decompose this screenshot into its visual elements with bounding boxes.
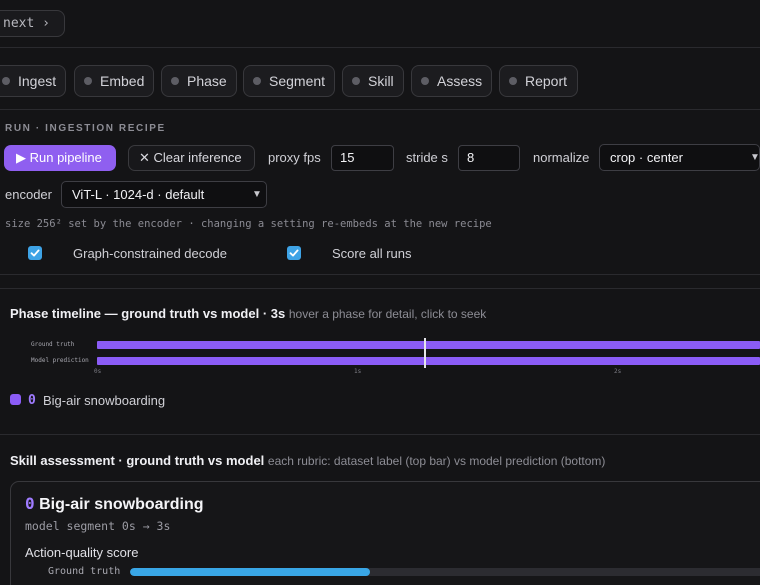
stage-label: Phase (187, 73, 227, 89)
model-prediction-phase-bar[interactable] (97, 357, 760, 365)
stage-segment[interactable]: Segment (243, 65, 335, 97)
chevron-down-icon: ▼ (252, 189, 262, 200)
ground-truth-score-label: Ground truth (48, 566, 121, 577)
graph-decode-label: Graph-constrained decode (73, 246, 227, 261)
pipeline-stages: Ingest Embed Phase Segment Skill Assess … (0, 48, 760, 110)
skill-card-segment: model segment 0s → 3s (25, 519, 171, 533)
clear-inference-button[interactable]: ✕ Clear inference (128, 145, 255, 171)
timeline-row-label-ground-truth: Ground truth (31, 341, 75, 348)
skill-assessment-heading: Skill assessment · ground truth vs model (10, 453, 265, 468)
check-icon (30, 249, 40, 257)
graph-decode-checkbox[interactable] (28, 246, 42, 260)
normalize-label: normalize (533, 150, 590, 165)
phase-timeline-title: Phase timeline — ground truth vs model ·… (10, 306, 486, 321)
encoder-hint: size 256² set by the encoder · changing … (5, 218, 492, 230)
phase-timeline-subtitle: hover a phase for detail, click to seek (288, 307, 487, 321)
timeline-row-label-model: Model prediction (31, 357, 89, 364)
stage-skill[interactable]: Skill (342, 65, 404, 97)
stage-label: Skill (368, 73, 394, 89)
skill-card-title: 0 Big-air snowboarding (25, 494, 204, 514)
ground-truth-score-track (130, 568, 760, 576)
action-quality-label: Action-quality score (25, 545, 139, 560)
stage-label: Ingest (18, 73, 57, 89)
skill-card-name: Big-air snowboarding (39, 496, 204, 513)
skill-assessment-title: Skill assessment · ground truth vs model… (10, 453, 605, 468)
encoder-value: ViT-L · 1024-d · default (72, 187, 205, 202)
proxy-fps-label: proxy fps (268, 150, 321, 165)
run-pipeline-button[interactable]: ▶ Run pipeline (4, 145, 116, 171)
normalize-select[interactable]: crop · center ▼ (599, 144, 760, 171)
phase-legend-index: 0 (28, 393, 36, 408)
ground-truth-phase-bar[interactable] (97, 341, 760, 349)
skill-assessment-subtitle: each rubric: dataset label (top bar) vs … (267, 454, 606, 468)
stage-status-dot (509, 77, 517, 85)
score-all-runs-label: Score all runs (332, 246, 412, 261)
phase-legend-swatch (10, 394, 21, 405)
stage-label: Embed (100, 73, 145, 89)
section-divider (0, 288, 760, 289)
stride-input[interactable]: 8 (458, 145, 520, 171)
stage-label: Segment (269, 73, 326, 89)
timeline-tick: 1s (354, 368, 362, 375)
ground-truth-score-fill (130, 568, 370, 576)
stride-label: stride s (406, 150, 448, 165)
encoder-label: encoder (5, 187, 52, 202)
timeline-tick: 0s (94, 368, 102, 375)
stage-report[interactable]: Report (499, 65, 578, 97)
stage-phase[interactable]: Phase (161, 65, 237, 97)
stage-ingest[interactable]: Ingest (0, 65, 66, 97)
playhead-cursor[interactable] (424, 338, 426, 368)
stage-embed[interactable]: Embed (74, 65, 154, 97)
stage-status-dot (2, 77, 10, 85)
score-all-runs-checkbox[interactable] (287, 246, 301, 260)
stage-label: Assess (437, 73, 483, 89)
phase-timeline-heading: Phase timeline — ground truth vs model ·… (10, 306, 286, 321)
check-icon (289, 249, 299, 257)
recipe-heading: RUN · INGESTION RECIPE (5, 123, 166, 134)
stage-label: Report (525, 73, 568, 89)
stage-status-dot (352, 77, 360, 85)
chevron-down-icon: ▼ (750, 152, 760, 163)
phase-legend-label: Big-air snowboarding (43, 393, 166, 408)
top-bar: next › (0, 0, 760, 48)
normalize-value: crop · center (610, 150, 683, 165)
stage-status-dot (421, 77, 429, 85)
encoder-select[interactable]: ViT-L · 1024-d · default ▼ (61, 181, 267, 208)
timeline-tick: 2s (614, 368, 622, 375)
stage-status-dot (84, 77, 92, 85)
proxy-fps-input[interactable]: 15 (331, 145, 394, 171)
stage-assess[interactable]: Assess (411, 65, 492, 97)
next-button[interactable]: next › (0, 10, 65, 37)
skill-card-index: 0 (25, 494, 35, 513)
phase-timeline-section (0, 274, 760, 434)
stage-status-dot (253, 77, 261, 85)
stage-status-dot (171, 77, 179, 85)
